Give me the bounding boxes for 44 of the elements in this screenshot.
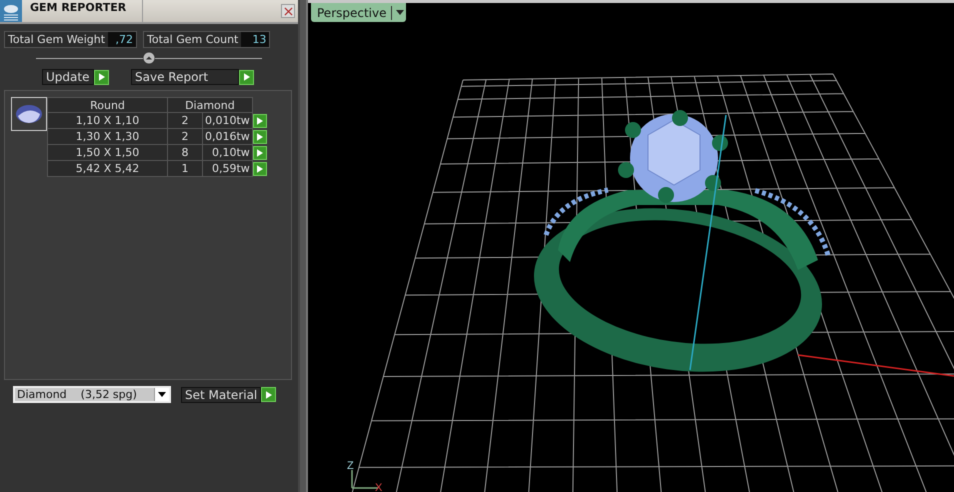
collapse-handle[interactable] (143, 52, 155, 64)
axis-label: X (375, 482, 382, 492)
play-icon (266, 390, 272, 398)
total-label: Total Gem Weight (5, 32, 108, 47)
table-cell: 0,010tw (202, 112, 252, 128)
material-dropdown[interactable]: Diamond (3,52 spg) (13, 386, 171, 403)
close-button[interactable] (281, 4, 295, 18)
table-cell: 2 (168, 128, 202, 144)
total-value: 13 (241, 32, 270, 47)
table-cell: 0,10tw (202, 144, 252, 160)
table-cell: 1,10 X 1,10 (48, 112, 168, 128)
close-icon (284, 6, 292, 16)
caret-icon (158, 392, 166, 397)
table-cell: 1 (168, 160, 202, 176)
table-cell: 2 (168, 112, 202, 128)
set-material-button[interactable]: Set Material (181, 386, 262, 402)
action-button[interactable]: Save Report (131, 69, 239, 85)
go-button[interactable] (252, 162, 267, 176)
window-title: GEM REPORTER (29, 0, 128, 14)
go-button[interactable] (252, 114, 267, 128)
app-icon (0, 0, 22, 22)
go-button[interactable] (252, 146, 267, 160)
column-header: Diamond (168, 98, 252, 112)
go-button[interactable] (252, 130, 267, 144)
table-cell: 5,42 X 5,42 (48, 160, 168, 176)
table-cell: 1,50 X 1,50 (48, 144, 168, 160)
play-icon (98, 73, 104, 81)
go-button[interactable] (94, 70, 109, 84)
play-icon (244, 73, 250, 81)
total-value: ,72 (108, 32, 136, 47)
3d-viewport[interactable]: Perspective Z X (308, 0, 954, 492)
go-button[interactable] (261, 387, 276, 402)
go-button[interactable] (239, 70, 254, 84)
axis-label: Z (347, 460, 354, 472)
gem-icon (14, 102, 44, 126)
action-button[interactable]: Update (42, 69, 94, 85)
table-cell: 0,016tw (202, 128, 252, 144)
column-header: Round (48, 98, 168, 112)
total-label: Total Gem Count (144, 32, 242, 47)
table-cell: 8 (168, 144, 202, 160)
caret-icon (396, 10, 404, 15)
view-menu-button[interactable]: Perspective (311, 3, 406, 22)
table-cell: 0,59tw (202, 160, 252, 176)
table-cell: 1,30 X 1,30 (48, 128, 168, 144)
